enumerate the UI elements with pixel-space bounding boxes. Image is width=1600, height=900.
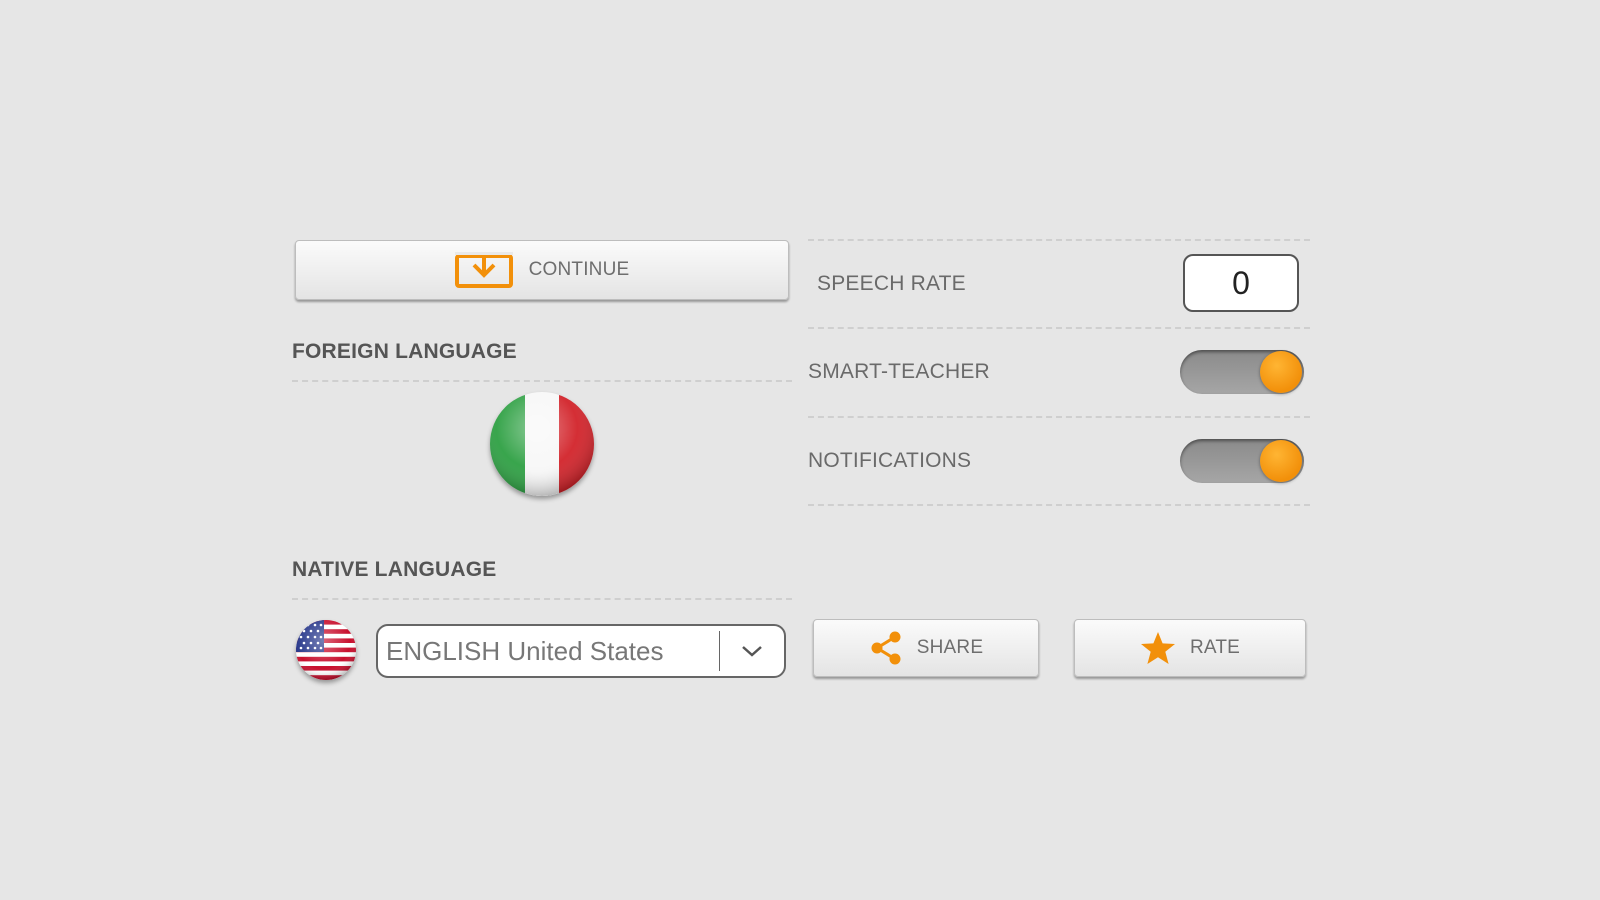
continue-button[interactable]: CONTINUE	[295, 240, 789, 300]
divider	[292, 598, 792, 600]
native-language-heading: NATIVE LANGUAGE	[292, 558, 497, 581]
rate-button[interactable]: RATE	[1074, 619, 1306, 677]
download-tray-icon	[454, 252, 513, 288]
share-button-label: SHARE	[916, 637, 984, 658]
divider	[808, 416, 1310, 418]
italy-flag[interactable]	[490, 392, 594, 496]
chevron-down-icon[interactable]	[720, 644, 784, 658]
smart-teacher-label: SMART-TEACHER	[808, 360, 990, 383]
divider	[292, 380, 792, 382]
divider	[808, 504, 1310, 506]
smart-teacher-toggle[interactable]	[1180, 350, 1304, 394]
foreign-language-heading: FOREIGN LANGUAGE	[292, 340, 517, 363]
native-language-value: ENGLISH United States	[386, 635, 664, 666]
speech-rate-label: SPEECH RATE	[817, 272, 966, 295]
share-button[interactable]: SHARE	[813, 619, 1039, 677]
notifications-label: NOTIFICATIONS	[808, 449, 972, 472]
native-language-select[interactable]: ENGLISH United States	[376, 624, 786, 678]
star-icon	[1140, 631, 1176, 665]
divider	[808, 239, 1310, 241]
continue-button-label: CONTINUE	[528, 259, 630, 280]
usa-flag	[296, 620, 356, 680]
speech-rate-value: 0	[1232, 264, 1250, 301]
settings-screen: CONTINUE FOREIGN LANGUAGE NATIVE LANGUAG…	[0, 0, 1600, 900]
divider	[808, 327, 1310, 329]
notifications-toggle[interactable]	[1180, 439, 1304, 483]
rate-button-label: RATE	[1189, 637, 1241, 658]
speech-rate-field[interactable]: 0	[1183, 254, 1299, 312]
share-icon	[869, 630, 903, 666]
toggle-knob	[1260, 351, 1302, 393]
toggle-knob	[1260, 440, 1302, 482]
